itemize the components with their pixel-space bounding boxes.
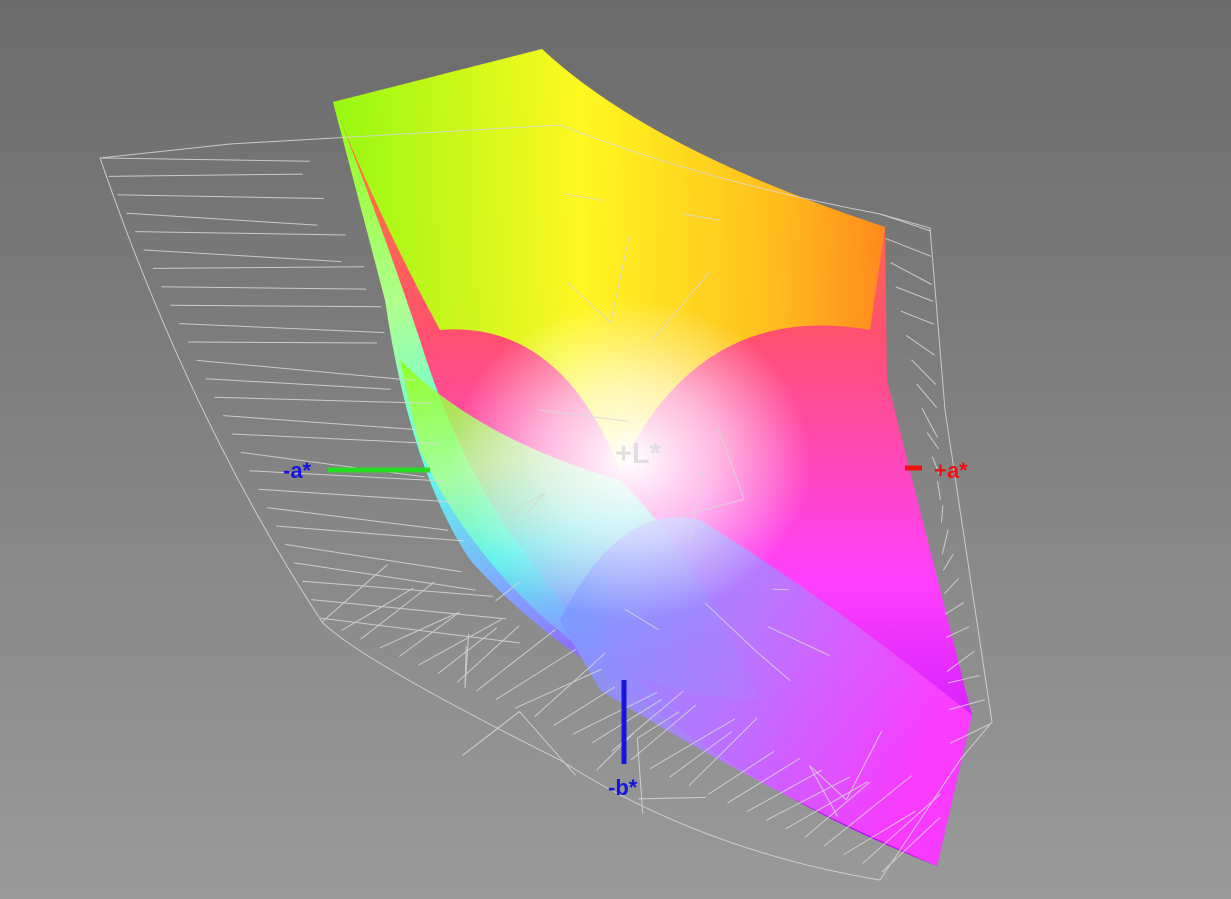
wireframe-edge	[143, 249, 342, 263]
wireframe-edge	[940, 505, 944, 523]
axis-label-minus-a: -a*	[283, 458, 312, 483]
wireframe-edge	[943, 577, 959, 595]
wireframe-edge	[553, 686, 616, 726]
axis-label-plus-a: +a*	[934, 458, 968, 483]
wireframe-edge	[170, 304, 381, 308]
wireframe-edge	[152, 266, 365, 269]
wireframe-edge	[638, 796, 706, 800]
wireframe-edge	[108, 173, 303, 177]
wireframe-edge	[161, 286, 366, 290]
wireframe-edge	[462, 711, 520, 756]
wireframe-edge	[900, 310, 934, 325]
wireframe-edge	[126, 212, 318, 226]
wireframe-edge	[916, 383, 938, 408]
wireframe-edge	[179, 323, 385, 334]
wireframe-edge	[885, 237, 932, 257]
wireframe-edge	[905, 335, 936, 356]
axis-label-plus-l: +L*	[615, 438, 662, 470]
wireframe-edge	[514, 668, 602, 709]
wireframe-edge	[223, 415, 419, 431]
wireframe-edge	[926, 432, 939, 450]
wireframe-edge	[941, 529, 949, 555]
wireframe-edge	[135, 231, 346, 236]
wireframe-edge	[418, 618, 502, 666]
wireframe-edge	[879, 213, 931, 232]
wireframe-edge	[890, 262, 933, 286]
wireframe-edge	[636, 738, 644, 814]
wireframe-edge	[942, 553, 954, 571]
wireframe-edge	[187, 341, 378, 344]
wireframe-edge	[937, 481, 941, 500]
wireframe-edge	[240, 451, 425, 478]
wireframe-edge	[258, 488, 456, 503]
wireframe-edge	[231, 433, 437, 445]
wireframe-edge	[214, 396, 433, 404]
wireframe-edge	[596, 732, 635, 771]
axis-label-minus-b: -b*	[608, 775, 638, 800]
wireframe-edge	[944, 602, 965, 615]
wireframe-edge	[267, 507, 449, 531]
wireframe-edge	[534, 652, 606, 718]
wireframe-edge	[319, 617, 521, 644]
wireframe-edge	[284, 543, 462, 573]
wireframe-edge	[437, 627, 498, 675]
wireframe-edge	[205, 378, 391, 390]
wireframe-edge	[196, 359, 416, 382]
wireframe-edge	[341, 587, 414, 632]
wireframe-edge	[321, 564, 388, 623]
wireframe-edge	[495, 648, 577, 701]
wireframe-edge	[99, 157, 310, 162]
wireframe-edge	[772, 588, 789, 591]
wireframe-edge	[117, 194, 324, 200]
wireframe-edge	[895, 286, 934, 302]
lab-gamut-scene: +L* -a* +a* -b*	[99, 49, 993, 881]
wireframe-edge	[921, 408, 939, 438]
wireframe-edge	[911, 359, 937, 385]
